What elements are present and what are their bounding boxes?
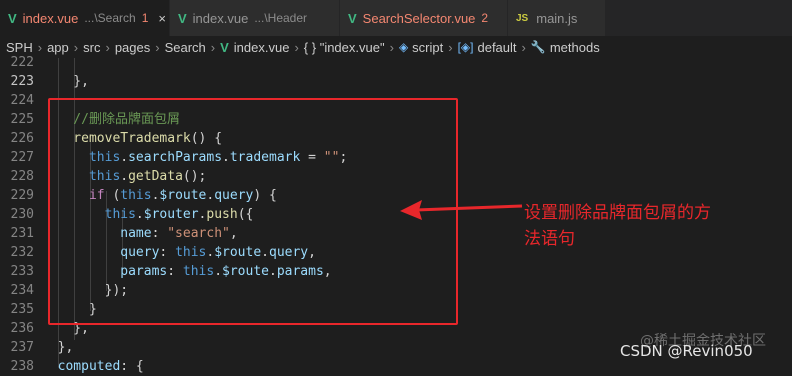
line-number: 226: [10, 131, 34, 146]
line-number: 234: [10, 283, 34, 298]
tab-label: SearchSelector.vue: [362, 10, 476, 26]
code-token: computed: [42, 359, 121, 374]
line-number: 224: [10, 93, 34, 108]
line-number: 222: [10, 55, 34, 70]
tab-description: ...\Header: [254, 11, 308, 25]
line-number: 236: [10, 321, 34, 336]
annotation-text: 设置删除品牌面包屑的方法语句: [524, 203, 711, 249]
tab-description: ...\Search: [84, 11, 136, 25]
tab-label: index.vue: [22, 10, 79, 26]
line-number: 225: [10, 112, 34, 127]
tab-main-js[interactable]: JS main.js: [508, 0, 606, 36]
line-number: 233: [10, 264, 34, 279]
line-number: 227: [10, 150, 34, 165]
bracket-icon: [◈]: [457, 40, 474, 54]
js-icon: JS: [516, 12, 529, 24]
vue-icon: V: [8, 10, 17, 26]
tab-index-vue[interactable]: Vindex.vue ...\Search 1 ×: [0, 0, 170, 36]
wrench-icon: 🔧: [530, 40, 546, 54]
code-text: },: [42, 72, 89, 91]
line-number: 229: [10, 188, 34, 203]
line-number: 237: [10, 340, 34, 355]
code-text: computed: {: [42, 357, 144, 376]
editor-tab-bar: Vindex.vue ...\Search 1 × Vindex.vue ...\Head…: [0, 0, 792, 36]
tab-label: main.js: [536, 10, 578, 26]
code-line: 223 },: [0, 72, 792, 91]
tab-index-vue[interactable]: Vindex.vue ...\Header: [170, 0, 340, 36]
code-token: },: [42, 340, 74, 355]
arrow-icon: [400, 200, 523, 220]
vue-icon: V: [348, 10, 357, 26]
problem-count-badge: 2: [481, 11, 489, 25]
line-number: 230: [10, 207, 34, 222]
code-token: },: [42, 74, 89, 89]
close-icon[interactable]: ×: [158, 11, 166, 26]
problem-count-badge: 1: [141, 11, 149, 25]
vue-icon: V: [178, 10, 187, 26]
line-number: 238: [10, 359, 34, 374]
line-number: 235: [10, 302, 34, 317]
code-text: },: [42, 338, 74, 357]
tab-searchselector-vue[interactable]: V SearchSelector.vue 2: [340, 0, 508, 36]
code-line: 222: [0, 53, 792, 72]
line-number: 228: [10, 169, 34, 184]
line-number: 223: [10, 74, 34, 89]
tab-label: index.vue: [192, 10, 249, 26]
highlight-box: [48, 98, 458, 325]
code-token: : {: [120, 359, 144, 374]
csdn-watermark: CSDN @Revin050: [620, 342, 753, 360]
cube-icon: ◈: [398, 40, 409, 54]
line-number: 232: [10, 245, 34, 260]
line-number: 231: [10, 226, 34, 241]
